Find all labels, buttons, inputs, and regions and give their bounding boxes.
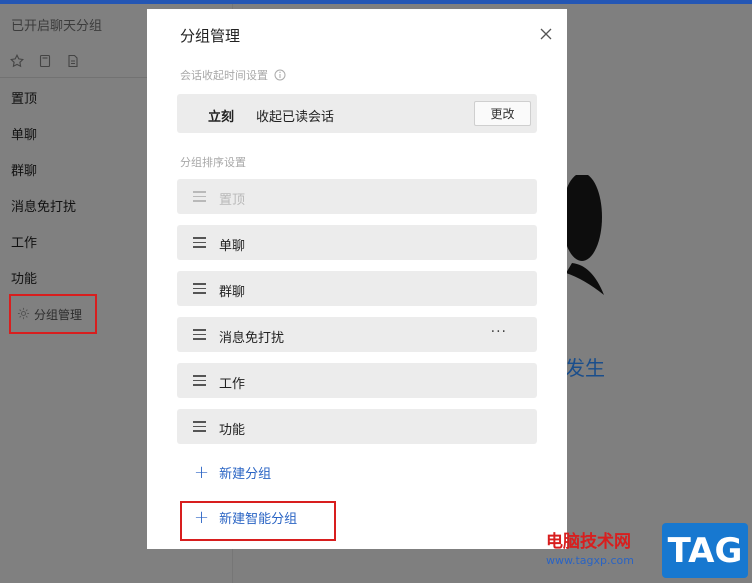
group-row-group-chat[interactable]: 群聊 — [177, 271, 537, 306]
star-icon[interactable] — [10, 54, 24, 68]
sidebar-toolbar — [10, 54, 80, 68]
info-icon[interactable] — [274, 69, 286, 81]
watermark: 电脑技术网 www.tagxp.com — [546, 527, 634, 567]
group-label: 功能 — [219, 423, 246, 438]
sort-section-label: 分组排序设置 — [180, 156, 246, 169]
collapse-action-text: 收起已读会话 — [256, 110, 335, 125]
watermark-tag-logo: TAG — [662, 523, 748, 578]
sidebar-item-single-chat[interactable]: 单聊 — [11, 124, 37, 143]
group-row-do-not-disturb[interactable]: 消息免打扰 ··· — [177, 317, 537, 352]
highlight-box — [180, 501, 336, 541]
add-group-button[interactable]: + 新建分组 — [194, 463, 271, 482]
group-row-single-chat[interactable]: 单聊 — [177, 225, 537, 260]
drag-handle-icon[interactable] — [193, 329, 206, 340]
collapse-section-text: 会话收起时间设置 — [180, 69, 268, 82]
drag-handle-icon[interactable] — [193, 283, 206, 294]
gear-icon — [17, 305, 30, 324]
group-label: 工作 — [219, 377, 246, 392]
group-label: 单聊 — [219, 239, 246, 254]
collapse-time-value: 立刻 — [208, 110, 235, 125]
sidebar-title: 已开启聊天分组 — [11, 19, 103, 34]
collapse-section-label: 会话收起时间设置 — [180, 67, 286, 83]
close-button[interactable] — [535, 23, 557, 45]
drag-handle-icon[interactable] — [193, 237, 206, 248]
sidebar-item-group-chat[interactable]: 群聊 — [11, 160, 37, 179]
group-manage-button[interactable]: 分组管理 — [9, 294, 97, 334]
group-manage-dialog: 分组管理 会话收起时间设置 立刻 收起已读会话 更改 分组排序设置 置顶 单聊 … — [147, 9, 567, 549]
dialog-title: 分组管理 — [180, 27, 241, 45]
group-row-pinned: 置顶 — [177, 179, 537, 214]
collapse-setting-row: 立刻 收起已读会话 更改 — [177, 94, 537, 133]
add-group-label: 新建分组 — [219, 467, 272, 482]
drag-handle-icon[interactable] — [193, 375, 206, 386]
group-label: 置顶 — [219, 193, 246, 208]
plus-icon: + — [194, 461, 210, 483]
group-label: 群聊 — [219, 285, 246, 300]
group-manage-label: 分组管理 — [34, 307, 83, 322]
note-icon[interactable] — [38, 54, 52, 68]
drag-handle-icon[interactable] — [193, 421, 206, 432]
sidebar-item-pinned[interactable]: 置顶 — [11, 88, 37, 107]
sidebar-item-do-not-disturb[interactable]: 消息免打扰 — [11, 196, 76, 215]
sidebar-item-function[interactable]: 功能 — [11, 268, 37, 287]
main-partial-text: 发生 — [565, 356, 605, 380]
drag-handle-icon — [193, 191, 206, 202]
change-button[interactable]: 更改 — [474, 101, 531, 126]
document-icon[interactable] — [66, 54, 80, 68]
close-icon — [540, 28, 552, 40]
watermark-site-name: 电脑技术网 — [546, 532, 631, 552]
mascot-illustration — [562, 175, 604, 295]
group-row-function[interactable]: 功能 — [177, 409, 537, 444]
group-row-work[interactable]: 工作 — [177, 363, 537, 398]
group-label: 消息免打扰 — [219, 331, 285, 346]
sidebar-item-work[interactable]: 工作 — [11, 232, 37, 251]
more-options-button[interactable]: ··· — [491, 324, 507, 340]
watermark-url: www.tagxp.com — [546, 554, 634, 567]
